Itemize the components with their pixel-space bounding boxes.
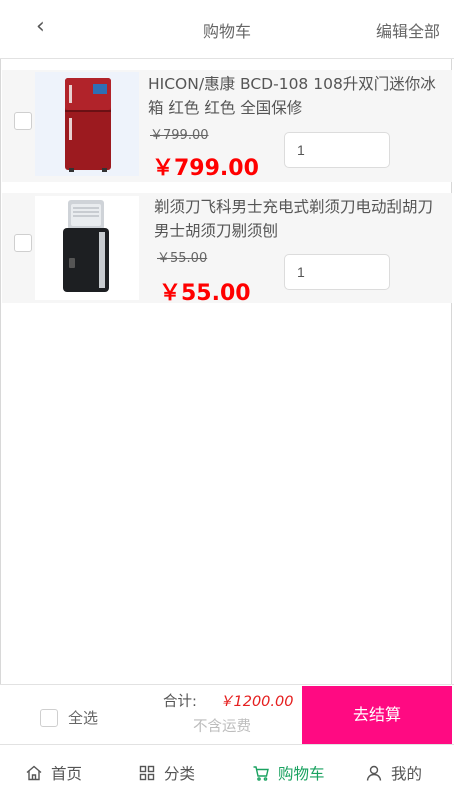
checkout-bar: 全选 合计: ￥1200.00 不含运费 去结算 [0, 684, 454, 745]
product-name[interactable]: 剃须刀飞科男士充电式剃须刀电动刮胡刀男士胡须刀剔须刨 [154, 195, 444, 243]
total-label: 合计: [163, 694, 197, 710]
cart-icon [253, 766, 269, 781]
tab-mine-label: 我的 [391, 765, 423, 783]
tab-cart[interactable]: 购物车 [252, 762, 325, 784]
product-name[interactable]: HICON/惠康 BCD-108 108升双门迷你冰箱 红色 红色 全国保修 [148, 72, 438, 120]
quantity-input[interactable] [284, 132, 390, 168]
home-icon [26, 765, 42, 781]
sale-price: ￥799.00 [152, 156, 259, 181]
cart-item: 剃须刀飞科男士充电式剃须刀电动刮胡刀男士胡须刀剔须刨 ￥55.00 ￥55.00 [2, 193, 452, 306]
tab-cart-label: 购物车 [278, 765, 325, 783]
edit-all-button[interactable]: 编辑全部 [376, 18, 440, 42]
select-all-checkbox[interactable] [40, 708, 58, 727]
quantity-input[interactable] [284, 254, 390, 290]
checkout-button[interactable]: 去结算 [302, 686, 452, 744]
bottom-tab-bar: 首页 分类 购物车 我的 [0, 744, 454, 799]
cart-item: HICON/惠康 BCD-108 108升双门迷你冰箱 红色 红色 全国保修 ￥… [2, 70, 452, 182]
tab-home[interactable]: 首页 [25, 762, 82, 784]
user-icon [366, 765, 382, 781]
grid-icon [139, 765, 155, 781]
item-checkbox[interactable] [14, 112, 32, 130]
product-image-shaver[interactable] [35, 196, 139, 300]
top-bar: ‹ 购物车 编辑全部 [0, 0, 454, 59]
tab-category[interactable]: 分类 [138, 762, 195, 784]
original-price: ￥799.00 [150, 128, 209, 143]
select-all-toggle[interactable]: 全选 [40, 707, 98, 728]
tab-category-label: 分类 [164, 765, 196, 783]
item-checkbox[interactable] [14, 234, 32, 252]
sale-price: ￥55.00 [159, 281, 251, 306]
select-all-label: 全选 [68, 709, 99, 727]
tab-home-label: 首页 [51, 765, 83, 783]
tab-mine[interactable]: 我的 [365, 762, 422, 784]
product-image-refrigerator[interactable] [35, 72, 139, 176]
original-price: ￥55.00 [157, 251, 208, 266]
total-value: ￥1200.00 [219, 694, 294, 710]
shipping-note: 不含运费 [193, 719, 251, 735]
